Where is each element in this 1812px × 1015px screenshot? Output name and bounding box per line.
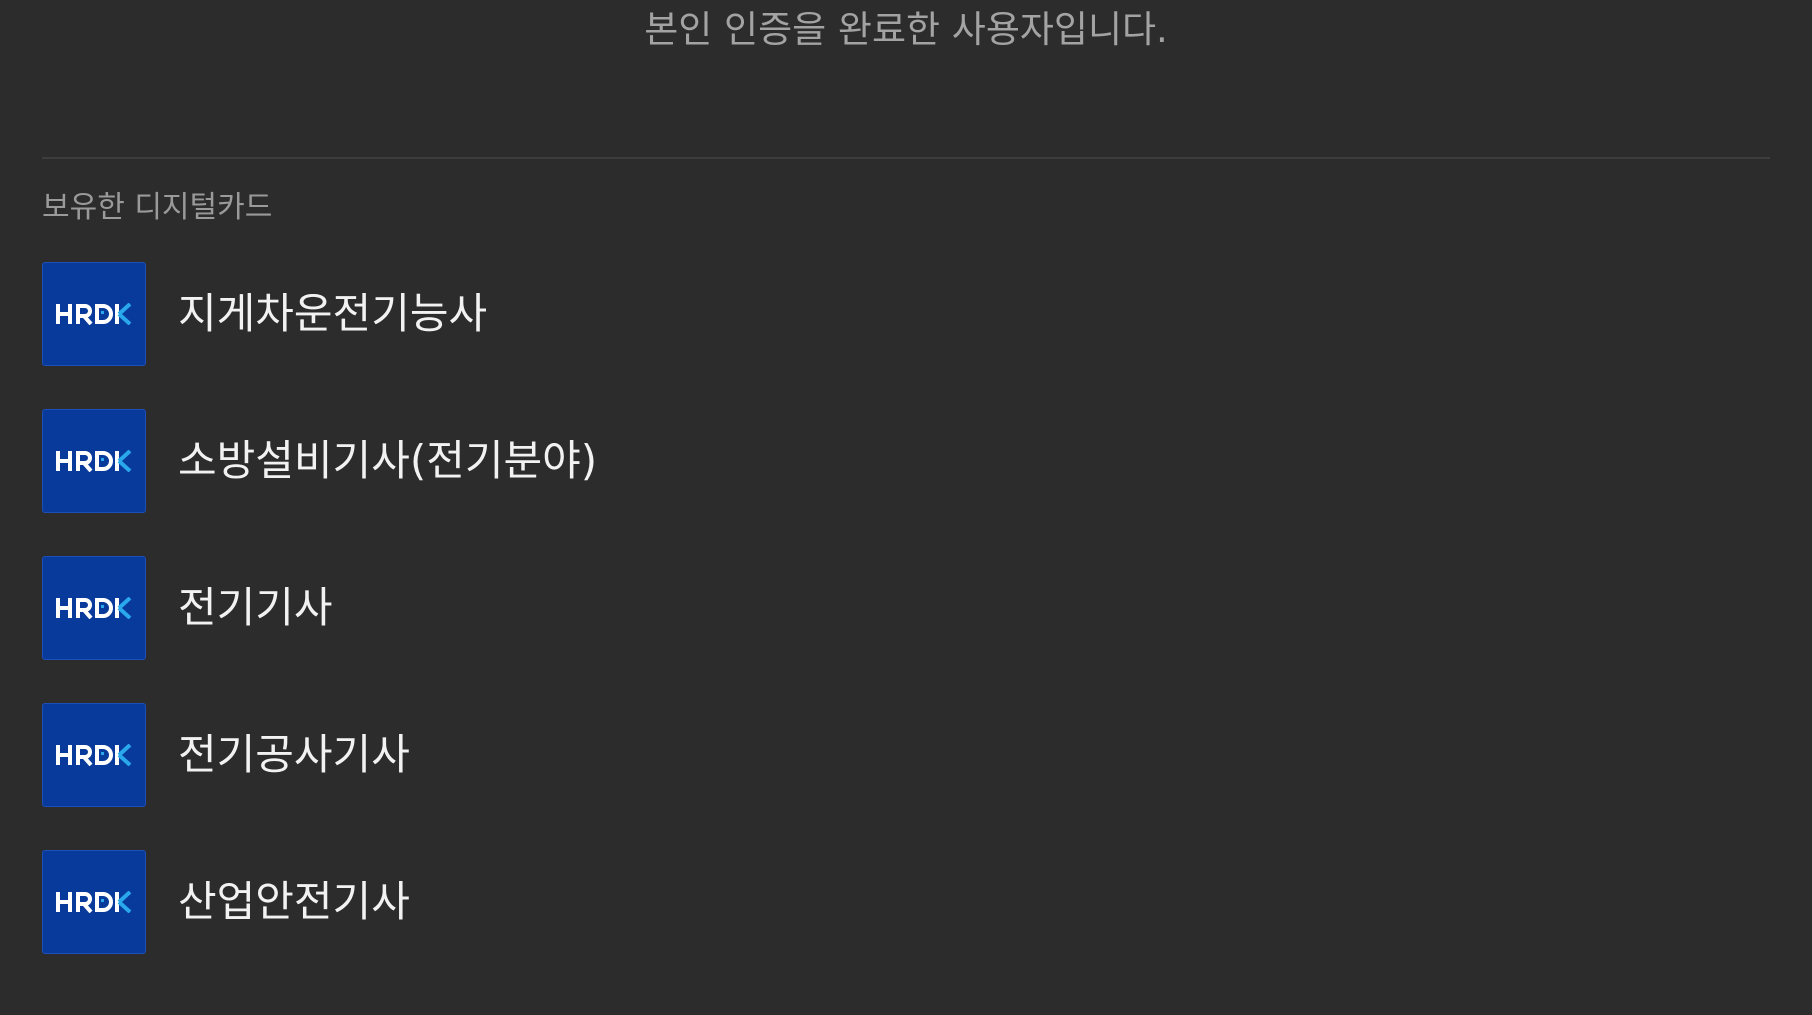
card-name: 전기기사 <box>178 583 333 632</box>
digital-card-list: 지게차운전기능사 소방설비기사(전기분야) 전기기사 전기공사기사 산업안전기사 <box>42 262 1770 997</box>
hrdk-logo-mark <box>56 891 132 913</box>
status-message: 본인 인증을 완료한 사용자입니다. <box>644 8 1168 51</box>
hrdk-logo-mark <box>56 450 132 472</box>
hrdk-logo-icon <box>42 556 146 660</box>
hrdk-logo-mark <box>56 597 132 619</box>
card-name: 산업안전기사 <box>178 877 410 926</box>
card-item[interactable]: 지게차운전기능사 <box>42 262 1770 366</box>
hrdk-logo-icon <box>42 850 146 954</box>
card-item[interactable]: 산업안전기사 <box>42 850 1770 954</box>
hrdk-logo-icon <box>42 262 146 366</box>
card-item[interactable]: 전기공사기사 <box>42 703 1770 807</box>
card-item[interactable]: 소방설비기사(전기분야) <box>42 409 1770 513</box>
hrdk-logo-mark <box>56 744 132 766</box>
card-item[interactable]: 전기기사 <box>42 556 1770 660</box>
hrdk-logo-icon <box>42 703 146 807</box>
card-name: 지게차운전기능사 <box>178 289 488 338</box>
divider <box>42 157 1770 159</box>
card-name: 전기공사기사 <box>178 730 410 779</box>
hrdk-logo-icon <box>42 409 146 513</box>
section-title: 보유한 디지털카드 <box>42 190 273 225</box>
hrdk-logo-mark <box>56 303 132 325</box>
card-name: 소방설비기사(전기분야) <box>178 436 598 485</box>
